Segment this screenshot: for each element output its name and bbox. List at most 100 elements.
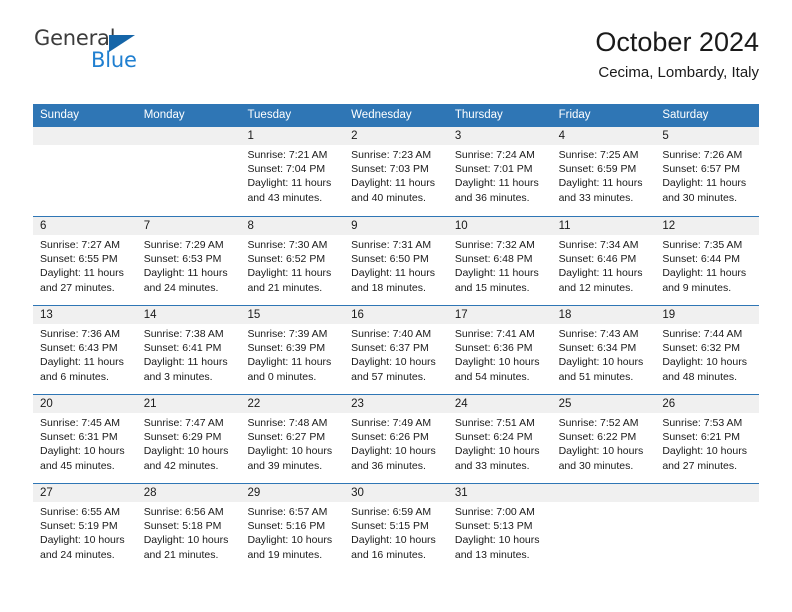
day-detail-line: Sunset: 6:55 PM bbox=[40, 253, 118, 266]
day-detail-line: Sunset: 7:04 PM bbox=[247, 163, 326, 176]
day-cell-9[interactable]: 9 Sunrise: 7:31 AM Sunset: 6:50 PM Daylight… bbox=[344, 217, 448, 305]
day-detail-line: Sunrise: 6:56 AM bbox=[143, 506, 224, 518]
day-cell-17[interactable]: 17 Sunrise: 7:41 AM Sunset: 6:36 PM Dayligh… bbox=[447, 306, 552, 394]
day-detail-line: Daylight: 10 hours bbox=[662, 356, 747, 369]
day-detail-line: and 36 minutes. bbox=[351, 459, 426, 472]
day-number: 19 bbox=[655, 306, 760, 324]
day-detail-line: Sunrise: 7:47 AM bbox=[143, 417, 224, 429]
day-detail-line: Daylight: 11 hours bbox=[558, 267, 643, 280]
day-cell-16[interactable]: 16 Sunrise: 7:40 AM Sunset: 6:37 PM Dayligh… bbox=[344, 306, 448, 394]
day-details: Sunrise: 6:56 AM Sunset: 5:18 PM Daylight:… bbox=[137, 502, 241, 562]
weekday-header-sunday: Sunday bbox=[40, 109, 80, 121]
day-details: Sunrise: 7:51 AM Sunset: 6:24 PM Daylight:… bbox=[448, 413, 552, 473]
day-detail-line: Sunset: 6:37 PM bbox=[351, 342, 429, 355]
day-details: Sunrise: 7:25 AM Sunset: 6:59 PM Daylight:… bbox=[552, 145, 656, 205]
day-detail-line: Daylight: 10 hours bbox=[40, 534, 125, 547]
day-detail-line: Daylight: 10 hours bbox=[40, 445, 125, 458]
day-cell-31[interactable]: 31 Sunrise: 7:00 AM Sunset: 5:13 PM Dayligh… bbox=[447, 484, 552, 572]
day-number: 13 bbox=[33, 306, 137, 324]
day-detail-line: and 21 minutes. bbox=[143, 548, 219, 561]
day-cell-30[interactable]: 30 Sunrise: 6:59 AM Sunset: 5:15 PM Dayligh… bbox=[344, 484, 448, 572]
day-detail-line: Sunrise: 7:35 AM bbox=[662, 239, 743, 251]
day-details: Sunrise: 6:55 AM Sunset: 5:19 PM Daylight:… bbox=[33, 502, 137, 562]
day-detail-line: and 9 minutes. bbox=[662, 281, 732, 294]
day-cell-24[interactable]: 24 Sunrise: 7:51 AM Sunset: 6:24 PM Dayligh… bbox=[447, 395, 552, 483]
day-cell-empty bbox=[33, 127, 137, 216]
day-details: Sunrise: 7:23 AM Sunset: 7:03 PM Daylight:… bbox=[344, 145, 448, 205]
day-cell-11[interactable]: 11 Sunrise: 7:34 AM Sunset: 6:46 PM Dayligh… bbox=[551, 217, 656, 305]
day-number bbox=[136, 127, 241, 145]
day-number: 25 bbox=[551, 395, 656, 413]
day-details: Sunrise: 7:32 AM Sunset: 6:48 PM Daylight:… bbox=[448, 235, 552, 295]
day-cell-25[interactable]: 25 Sunrise: 7:52 AM Sunset: 6:22 PM Dayligh… bbox=[551, 395, 656, 483]
day-cell-1[interactable]: 1 Sunrise: 7:21 AM Sunset: 7:04 PM Daylight… bbox=[240, 127, 345, 216]
day-cell-13[interactable]: 13 Sunrise: 7:36 AM Sunset: 6:43 PM Dayligh… bbox=[33, 306, 137, 394]
calendar-week-row: 20 Sunrise: 7:45 AM Sunset: 6:31 PM Dayligh… bbox=[33, 394, 760, 483]
day-cell-15[interactable]: 15 Sunrise: 7:39 AM Sunset: 6:39 PM Dayligh… bbox=[240, 306, 345, 394]
day-detail-line: Sunrise: 6:59 AM bbox=[351, 506, 432, 518]
day-detail-line: Daylight: 10 hours bbox=[558, 445, 644, 458]
day-cell-3[interactable]: 3 Sunrise: 7:24 AM Sunset: 7:01 PM Daylight… bbox=[447, 127, 552, 216]
day-details: Sunrise: 7:47 AM Sunset: 6:29 PM Daylight:… bbox=[137, 413, 241, 473]
day-cell-19[interactable]: 19 Sunrise: 7:44 AM Sunset: 6:32 PM Dayligh… bbox=[655, 306, 760, 394]
day-detail-line: Sunset: 6:36 PM bbox=[454, 342, 533, 355]
day-detail-line: Sunset: 6:22 PM bbox=[558, 431, 637, 444]
day-detail-line: Daylight: 10 hours bbox=[351, 534, 436, 547]
day-detail-line: Sunrise: 7:29 AM bbox=[143, 239, 224, 251]
day-detail-line: Sunset: 5:18 PM bbox=[143, 520, 222, 533]
day-number: 16 bbox=[344, 306, 448, 324]
day-cell-27[interactable]: 27 Sunrise: 6:55 AM Sunset: 5:19 PM Dayligh… bbox=[33, 484, 137, 572]
day-detail-line: Sunrise: 7:32 AM bbox=[454, 239, 535, 251]
day-cell-23[interactable]: 23 Sunrise: 7:49 AM Sunset: 6:26 PM Dayligh… bbox=[344, 395, 448, 483]
day-cell-20[interactable]: 20 Sunrise: 7:45 AM Sunset: 6:31 PM Dayligh… bbox=[33, 395, 137, 483]
day-detail-line: Sunset: 6:52 PM bbox=[247, 253, 326, 266]
day-number: 10 bbox=[447, 217, 552, 235]
day-detail-line: and 57 minutes. bbox=[351, 370, 426, 383]
day-number: 17 bbox=[447, 306, 552, 324]
day-number: 6 bbox=[33, 217, 137, 235]
day-detail-line: Daylight: 10 hours bbox=[454, 445, 540, 458]
day-detail-line: Sunrise: 7:48 AM bbox=[247, 417, 328, 429]
day-cell-28[interactable]: 28 Sunrise: 6:56 AM Sunset: 5:18 PM Dayligh… bbox=[136, 484, 241, 572]
day-cell-21[interactable]: 21 Sunrise: 7:47 AM Sunset: 6:29 PM Dayligh… bbox=[136, 395, 241, 483]
day-number: 22 bbox=[240, 395, 345, 413]
day-details: Sunrise: 7:29 AM Sunset: 6:53 PM Daylight:… bbox=[137, 235, 241, 295]
day-number: 28 bbox=[136, 484, 241, 502]
day-cell-26[interactable]: 26 Sunrise: 7:53 AM Sunset: 6:21 PM Dayligh… bbox=[655, 395, 760, 483]
day-cell-2[interactable]: 2 Sunrise: 7:23 AM Sunset: 7:03 PM Daylight… bbox=[344, 127, 448, 216]
day-detail-line: and 51 minutes. bbox=[558, 370, 634, 383]
day-detail-line: Daylight: 11 hours bbox=[40, 356, 124, 369]
day-cell-18[interactable]: 18 Sunrise: 7:43 AM Sunset: 6:34 PM Dayligh… bbox=[551, 306, 656, 394]
day-detail-line: Daylight: 11 hours bbox=[247, 267, 332, 280]
day-cell-7[interactable]: 7 Sunrise: 7:29 AM Sunset: 6:53 PM Daylight… bbox=[136, 217, 241, 305]
day-cell-14[interactable]: 14 Sunrise: 7:38 AM Sunset: 6:41 PM Dayligh… bbox=[136, 306, 241, 394]
day-cell-29[interactable]: 29 Sunrise: 6:57 AM Sunset: 5:16 PM Dayligh… bbox=[240, 484, 345, 572]
page-title: October 2024 bbox=[595, 27, 759, 57]
day-details: Sunrise: 6:57 AM Sunset: 5:16 PM Daylight:… bbox=[240, 502, 344, 562]
day-details: Sunrise: 7:49 AM Sunset: 6:26 PM Daylight:… bbox=[344, 413, 448, 473]
day-detail-line: and 19 minutes. bbox=[247, 548, 323, 561]
day-number: 23 bbox=[344, 395, 448, 413]
day-number: 27 bbox=[33, 484, 137, 502]
day-number: 31 bbox=[447, 484, 552, 502]
logo-word-general: General bbox=[34, 26, 116, 50]
logo-word-blue: Blue bbox=[91, 48, 137, 72]
day-details: Sunrise: 7:41 AM Sunset: 6:36 PM Daylight:… bbox=[448, 324, 552, 384]
day-cell-8[interactable]: 8 Sunrise: 7:30 AM Sunset: 6:52 PM Daylight… bbox=[240, 217, 345, 305]
day-cell-12[interactable]: 12 Sunrise: 7:35 AM Sunset: 6:44 PM Dayligh… bbox=[655, 217, 760, 305]
weekday-header-row: Sunday Monday Tuesday Wednesday Thursday Frid… bbox=[33, 104, 759, 127]
day-detail-line: Sunrise: 6:55 AM bbox=[40, 506, 120, 518]
day-detail-line: Sunset: 6:50 PM bbox=[351, 253, 429, 266]
day-cell-22[interactable]: 22 Sunrise: 7:48 AM Sunset: 6:27 PM Dayligh… bbox=[240, 395, 345, 483]
calendar-grid: Sunday Monday Tuesday Wednesday Thursday Frid… bbox=[33, 104, 760, 572]
day-cell-10[interactable]: 10 Sunrise: 7:32 AM Sunset: 6:48 PM Dayligh… bbox=[447, 217, 552, 305]
day-detail-line: Sunrise: 7:38 AM bbox=[143, 328, 224, 340]
day-detail-line: Sunset: 6:26 PM bbox=[351, 431, 429, 444]
day-detail-line: Sunrise: 7:53 AM bbox=[662, 417, 743, 429]
day-detail-line: Sunrise: 7:45 AM bbox=[40, 417, 120, 429]
day-cell-4[interactable]: 4 Sunrise: 7:25 AM Sunset: 6:59 PM Daylight… bbox=[551, 127, 656, 216]
day-number: 30 bbox=[344, 484, 448, 502]
day-cell-5[interactable]: 5 Sunrise: 7:26 AM Sunset: 6:57 PM Daylight… bbox=[655, 127, 760, 216]
day-cell-6[interactable]: 6 Sunrise: 7:27 AM Sunset: 6:55 PM Daylight… bbox=[33, 217, 137, 305]
day-detail-line: Daylight: 10 hours bbox=[143, 534, 229, 547]
